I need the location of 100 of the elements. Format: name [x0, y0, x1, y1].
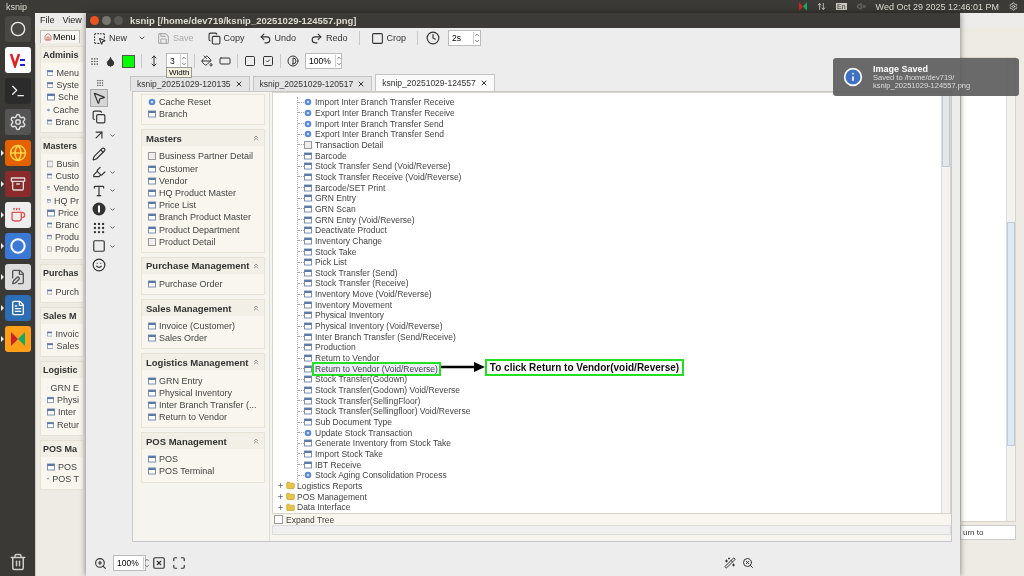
tree-item[interactable]: Physical Inventory	[314, 310, 385, 321]
up-icon[interactable]	[335, 55, 342, 61]
check-icon[interactable]	[262, 55, 274, 67]
tree-item[interactable]: Inter Branch Transfer (Send/Receive)	[314, 331, 457, 342]
menu-item[interactable]: Branc	[47, 218, 79, 232]
tree-item[interactable]: Transaction Detail	[314, 139, 385, 150]
tree-folder[interactable]: POS Management	[297, 491, 367, 502]
tree-item[interactable]: Stock Transfer (Send)	[314, 267, 399, 278]
opacity-spinbox[interactable]: 100%	[305, 53, 342, 69]
tree-item[interactable]: Generate Inventory from Stock Take	[314, 438, 452, 449]
caret-icon[interactable]	[109, 224, 116, 232]
menu-item[interactable]: Inter	[47, 406, 79, 419]
collapse-icon[interactable]	[252, 134, 260, 143]
toolbar-button[interactable]: Redo	[307, 30, 351, 46]
menu-item[interactable]: Busin	[47, 157, 79, 171]
fill-icon[interactable]	[201, 55, 213, 67]
down-icon[interactable]	[181, 61, 187, 67]
section-header[interactable]: Logistics Management	[142, 354, 264, 371]
toolbar-button[interactable]: Crop	[367, 30, 410, 46]
menu-item[interactable]: Cache	[47, 103, 79, 116]
menu-item[interactable]: Purchase Order	[148, 277, 260, 291]
toolbar-button[interactable]: New	[90, 30, 130, 46]
close-icon[interactable]	[234, 80, 243, 88]
menu-item[interactable]: Branch Product Master	[148, 211, 260, 224]
tree-folder[interactable]: Data Interface	[297, 502, 351, 513]
launcher-icon[interactable]	[4, 295, 31, 321]
tree-item[interactable]: Stock Transfer (Receive)	[314, 278, 410, 289]
menu-item[interactable]: File	[40, 15, 55, 25]
menu-item[interactable]: Customer	[148, 162, 260, 175]
section-header[interactable]: Sales Management	[142, 300, 264, 317]
color-swatch[interactable]	[122, 54, 135, 68]
expand-icon[interactable]	[277, 503, 284, 511]
collapse-icon[interactable]	[252, 358, 260, 367]
caret-icon[interactable]	[109, 242, 116, 250]
tree-item[interactable]: GRN Scan	[314, 203, 357, 214]
caret-icon[interactable]	[109, 168, 116, 176]
menu-item[interactable]: Inter Branch Transfer (...	[148, 398, 260, 411]
tree-item[interactable]: Physical Inventory (Void/Reverse)	[314, 321, 444, 332]
network-icon[interactable]	[817, 2, 826, 11]
menu-item[interactable]: Vendo	[47, 182, 79, 195]
launcher-icon[interactable]	[4, 202, 31, 228]
menu-item[interactable]: Product Detail	[148, 235, 260, 248]
menu-item[interactable]: POS T	[47, 472, 79, 486]
border-icon[interactable]	[244, 55, 256, 67]
fit-icon[interactable]	[152, 556, 166, 570]
tree-item[interactable]: Import Inter Branch Transfer Send	[314, 118, 445, 129]
tree-item[interactable]: Pick List	[314, 257, 348, 268]
tab[interactable]: ksnip_20251029-124557	[375, 74, 495, 91]
menu-item[interactable]: Sche	[47, 91, 79, 104]
tree-item[interactable]: Inventory Move (Void/Reverse)	[314, 289, 433, 300]
caret-icon[interactable]	[109, 205, 116, 213]
up-icon[interactable]	[181, 55, 187, 61]
checkbox[interactable]	[274, 515, 283, 524]
menu-item[interactable]: Produ	[47, 231, 79, 244]
scrollbar[interactable]	[272, 525, 951, 535]
tree-item[interactable]: IBT Receive	[314, 459, 363, 470]
tree-item[interactable]: Stock Transfer(Godown)	[314, 374, 409, 385]
minimize-button[interactable]	[102, 16, 111, 25]
tree-item[interactable]: Export Inter Branch Transfer Receive	[314, 108, 456, 118]
tree-item[interactable]: GRN Entry (Void/Reverse)	[314, 214, 416, 225]
menu-item[interactable]: Business Partner Detail	[148, 150, 260, 163]
expand-icon[interactable]	[277, 482, 284, 490]
tree-item[interactable]: Production	[314, 342, 357, 353]
tree-item[interactable]: Update Stock Transaction	[314, 427, 414, 438]
menu-item[interactable]: POS Terminal	[148, 465, 260, 478]
close-icon[interactable]	[479, 79, 488, 87]
toolbar-button[interactable]: Copy	[204, 30, 248, 46]
launcher-icon[interactable]	[4, 233, 31, 259]
menu-item[interactable]: Invoice (Customer)	[148, 320, 260, 333]
launcher-icon[interactable]	[4, 326, 31, 352]
down-icon[interactable]	[335, 61, 342, 67]
checkbox-label[interactable]: Expand Tree	[286, 514, 335, 525]
menu-item[interactable]: Cache Reset	[148, 96, 260, 109]
launcher-icon[interactable]	[4, 109, 31, 135]
close-icon[interactable]	[357, 80, 366, 88]
menu-item[interactable]: Physi	[47, 394, 79, 407]
settings-icon[interactable]	[1009, 2, 1018, 11]
up-icon[interactable]	[474, 32, 481, 38]
tree-item[interactable]: Barcode	[314, 150, 348, 161]
caret-icon[interactable]	[109, 131, 116, 139]
menu-item[interactable]: Syste	[47, 79, 79, 92]
menu-item[interactable]: Branc	[47, 115, 79, 128]
launcher-icon[interactable]	[4, 264, 31, 290]
down-icon[interactable]	[474, 38, 481, 44]
expand-icon[interactable]	[172, 556, 186, 570]
tab[interactable]: ksnip_20251029-120135	[130, 76, 250, 91]
menu-item[interactable]: GRN Entry	[148, 374, 260, 387]
tree-item[interactable]: Sub Document Type	[314, 417, 393, 427]
caret-icon[interactable]	[138, 34, 146, 42]
menu-item[interactable]: Price	[47, 206, 79, 219]
menu-item[interactable]: Price List	[148, 199, 260, 212]
section-header[interactable]: Purchase Management	[142, 257, 264, 274]
menu-item[interactable]: HQ Product Master	[148, 186, 260, 200]
launcher-icon[interactable]	[4, 47, 31, 73]
collapse-icon[interactable]	[252, 261, 260, 270]
clock[interactable]: Wed Oct 29 2025 12:46:01 PM	[875, 1, 999, 12]
launcher-icon[interactable]	[4, 16, 31, 42]
section-header[interactable]: Masters	[142, 130, 264, 147]
menu-item[interactable]: Custo	[47, 170, 79, 183]
tree-item[interactable]: Return to Vendor (Void/Reverse)	[314, 363, 439, 374]
